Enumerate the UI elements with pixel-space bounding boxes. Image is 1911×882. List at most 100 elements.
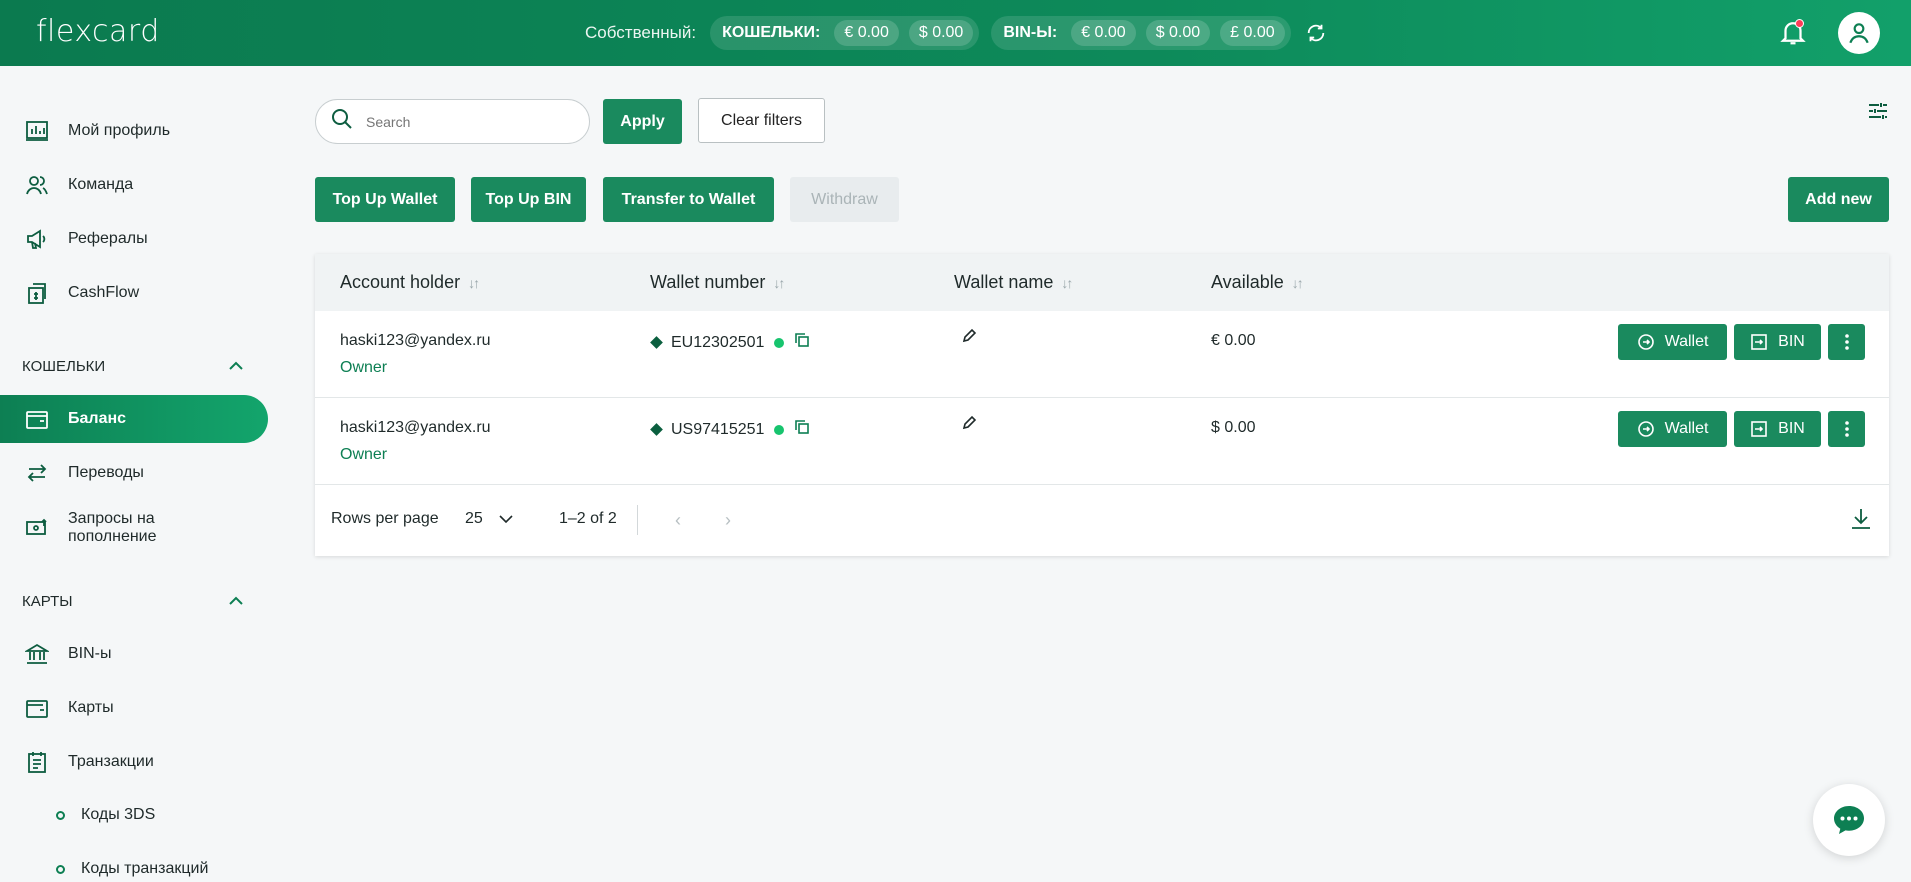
withdraw-button[interactable]: Withdraw [790, 177, 899, 222]
transactions-icon [24, 749, 50, 775]
bin-button-label: BIN [1778, 420, 1805, 437]
page-range-text: 1–2 of 2 [559, 510, 617, 527]
column-wallet-name[interactable]: Wallet name ↓↑ [954, 272, 1073, 293]
edit-pencil-icon[interactable] [961, 415, 977, 436]
wallet-number: EU12302501 [650, 332, 810, 353]
section-wallets[interactable]: КОШЕЛЬКИ [22, 358, 244, 375]
copy-icon[interactable] [794, 419, 810, 440]
column-available[interactable]: Available ↓↑ [1211, 272, 1304, 293]
sidebar-item-label: Мой профиль [68, 122, 171, 139]
sidebar-item-cashflow[interactable]: CashFlow [0, 269, 268, 317]
sidebar-item-bins[interactable]: BIN-ы [0, 630, 268, 678]
apply-button[interactable]: Apply [603, 99, 682, 144]
sidebar-subitem-transaction-codes[interactable]: Коды транзакций [56, 860, 208, 878]
column-account-holder[interactable]: Account holder ↓↑ [340, 272, 480, 293]
sidebar-item-topup-requests[interactable]: Запросы на пополнение [0, 502, 268, 554]
profile-chart-icon [24, 118, 50, 144]
wallet-button-label: Wallet [1664, 420, 1709, 437]
sort-icon[interactable]: ↓↑ [468, 275, 480, 291]
divider [637, 505, 638, 535]
bin-button-label: BIN [1778, 333, 1805, 350]
sidebar-item-balance[interactable]: Баланс [0, 395, 268, 443]
notifications-bell-icon[interactable] [1778, 16, 1808, 48]
user-avatar-icon[interactable] [1838, 12, 1880, 54]
sidebar-subitem-label: Коды 3DS [81, 806, 156, 823]
account-email: haski123@yandex.ru [340, 419, 491, 436]
wallets-table: Account holder ↓↑ Wallet number ↓↑ Wallet … [315, 254, 1889, 556]
sidebar-item-label: Команда [68, 176, 134, 193]
logo[interactable]: flexcard [36, 14, 160, 49]
sidebar: Мой профиль Команда Рефералы CashFlow КО… [0, 66, 270, 882]
chevron-up-icon[interactable] [228, 358, 244, 375]
download-icon[interactable] [1850, 507, 1872, 536]
sort-icon[interactable]: ↓↑ [773, 275, 785, 291]
balance-summary: Собственный: КОШЕЛЬКИ: € 0.00 $ 0.00 BIN… [585, 16, 1329, 50]
edit-pencil-icon[interactable] [961, 328, 977, 349]
rows-per-page-label: Rows per page [331, 510, 439, 527]
account-role: Owner [340, 446, 388, 463]
sidebar-item-transactions[interactable]: Транзакции [0, 738, 268, 786]
search-box[interactable] [315, 99, 590, 144]
sidebar-item-transfers[interactable]: Переводы [0, 449, 268, 497]
more-options-icon[interactable] [1828, 324, 1865, 360]
wallets-label: КОШЕЛЬКИ: [722, 24, 821, 41]
table-header: Account holder ↓↑ Wallet number ↓↑ Wallet … [315, 254, 1889, 311]
sidebar-item-referrals[interactable]: Рефералы [0, 215, 268, 263]
add-new-button[interactable]: Add new [1788, 177, 1889, 222]
bin-action-button[interactable]: BIN [1734, 324, 1821, 360]
sidebar-item-label: Запросы на пополнение [68, 510, 157, 545]
wallet-number: US97415251 [650, 419, 810, 440]
sort-icon[interactable]: ↓↑ [1061, 275, 1073, 291]
wallet-balance-usd: $ 0.00 [908, 20, 974, 46]
copy-icon[interactable] [794, 332, 810, 353]
bin-balance-gbp: £ 0.00 [1220, 20, 1285, 46]
refresh-icon[interactable] [1303, 20, 1329, 46]
megaphone-icon [24, 226, 50, 252]
clear-filters-button[interactable]: Clear filters [698, 98, 825, 143]
wallet-balance-eur: € 0.00 [834, 20, 899, 46]
transfer-to-wallet-button[interactable]: Transfer to Wallet [603, 177, 774, 222]
chat-support-icon[interactable] [1813, 784, 1885, 856]
sidebar-item-label: Карты [68, 699, 114, 716]
rows-per-page-select[interactable]: 25 [465, 510, 513, 528]
search-input[interactable] [366, 113, 566, 130]
table-pagination: Rows per page 25 1–2 of 2 ‹ › [315, 485, 1889, 555]
sidebar-item-team[interactable]: Команда [0, 161, 268, 209]
bin-action-button[interactable]: BIN [1734, 411, 1821, 447]
wallet-action-button[interactable]: Wallet [1618, 411, 1727, 447]
login-box-icon [1751, 334, 1767, 350]
sidebar-subitem-3ds-codes[interactable]: Коды 3DS [56, 806, 155, 824]
chevron-up-icon[interactable] [228, 593, 244, 610]
sidebar-item-label: Баланс [68, 410, 127, 427]
bin-balance-eur: € 0.00 [1071, 20, 1136, 46]
section-wallets-title: КОШЕЛЬКИ [22, 358, 106, 375]
active-status-dot [774, 337, 785, 348]
filter-settings-icon[interactable] [1866, 99, 1890, 123]
column-label: Wallet number [650, 272, 766, 292]
sidebar-item-label: CashFlow [68, 284, 140, 301]
bullet-icon [56, 864, 65, 874]
available-amount: € 0.00 [1211, 332, 1256, 349]
top-up-bin-button[interactable]: Top Up BIN [471, 177, 586, 222]
section-cards-title: КАРТЫ [22, 593, 73, 610]
cashflow-icon [24, 280, 50, 306]
previous-page-icon[interactable]: ‹ [667, 509, 689, 531]
arrow-circle-icon [1637, 421, 1654, 437]
sidebar-item-label: BIN-ы [68, 645, 112, 662]
sidebar-item-label: Транзакции [68, 753, 154, 770]
more-options-icon[interactable] [1828, 411, 1865, 447]
sort-icon[interactable]: ↓↑ [1292, 275, 1304, 291]
sidebar-item-label: Рефералы [68, 230, 148, 247]
next-page-icon[interactable]: › [717, 509, 739, 531]
wallet-action-button[interactable]: Wallet [1618, 324, 1727, 360]
bank-icon [24, 641, 50, 667]
wallet-button-label: Wallet [1664, 333, 1709, 350]
transfer-arrows-icon [24, 460, 50, 486]
top-up-wallet-button[interactable]: Top Up Wallet [315, 177, 455, 222]
team-icon [24, 172, 50, 198]
sidebar-item-cards[interactable]: Карты [0, 684, 268, 732]
section-cards[interactable]: КАРТЫ [22, 593, 244, 610]
chevron-down-icon [499, 515, 513, 523]
column-wallet-number[interactable]: Wallet number ↓↑ [650, 272, 785, 293]
sidebar-item-profile[interactable]: Мой профиль [0, 107, 268, 155]
